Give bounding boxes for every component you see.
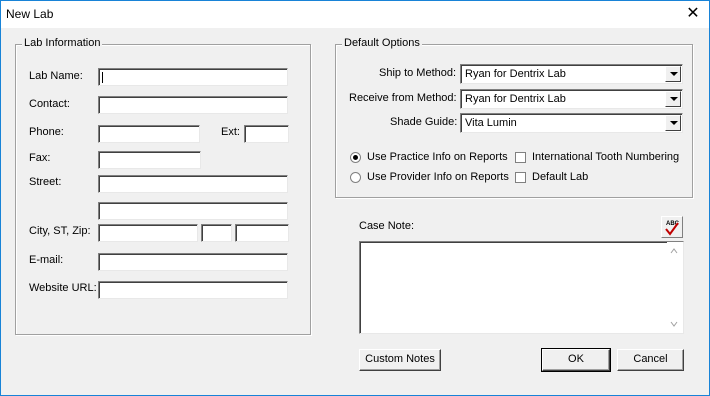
ext-label: Ext: xyxy=(221,126,240,138)
receive-from-method-select[interactable]: Ryan for Dentrix Lab xyxy=(460,89,683,109)
scroll-up-icon[interactable] xyxy=(670,247,678,255)
street-label: Street: xyxy=(29,176,62,188)
cancel-button[interactable]: Cancel xyxy=(617,349,684,371)
lab-information-legend: Lab Information xyxy=(22,37,103,49)
window-title: New Lab xyxy=(6,7,54,21)
international-tooth-numbering-checkbox[interactable] xyxy=(515,152,526,163)
ship-to-method-select[interactable]: Ryan for Dentrix Lab xyxy=(460,64,683,84)
default-lab-checkbox[interactable] xyxy=(515,172,526,183)
contact-label: Contact: xyxy=(29,98,70,110)
city-st-zip-label: City, ST, Zip: xyxy=(29,225,91,237)
scroll-down-icon[interactable] xyxy=(670,320,678,328)
street-line2-input[interactable] xyxy=(98,202,288,220)
spellcheck-icon-glyph: ABC xyxy=(665,221,680,236)
use-provider-info-radio[interactable] xyxy=(350,172,361,183)
fax-input[interactable] xyxy=(98,151,201,169)
phone-label: Phone: xyxy=(29,126,64,138)
chevron-down-icon[interactable] xyxy=(665,66,681,82)
close-icon[interactable]: ✕ xyxy=(677,1,709,28)
ok-button[interactable]: OK xyxy=(541,348,611,372)
case-note-scrollbar[interactable] xyxy=(667,242,683,333)
new-lab-dialog: New Lab ✕ Lab Information Lab Name: Cont… xyxy=(0,0,710,396)
phone-input[interactable] xyxy=(98,125,200,143)
ship-to-method-label: Ship to Method: xyxy=(379,67,457,79)
lab-name-input[interactable] xyxy=(98,68,288,86)
international-tooth-numbering-label[interactable]: International Tooth Numbering xyxy=(532,151,679,163)
shade-guide-label: Shade Guide: xyxy=(390,116,458,128)
email-input[interactable] xyxy=(98,253,288,271)
fax-label: Fax: xyxy=(29,152,51,164)
default-lab-label[interactable]: Default Lab xyxy=(532,171,588,183)
use-provider-info-label[interactable]: Use Provider Info on Reports xyxy=(367,171,509,183)
shade-guide-value: Vita Lumin xyxy=(465,117,517,129)
website-url-input[interactable] xyxy=(98,281,288,299)
state-input[interactable] xyxy=(201,224,232,242)
custom-notes-button[interactable]: Custom Notes xyxy=(359,349,441,371)
default-options-legend: Default Options xyxy=(342,37,422,49)
ship-to-method-value: Ryan for Dentrix Lab xyxy=(465,68,566,80)
email-label: E-mail: xyxy=(29,254,64,266)
case-note-label: Case Note: xyxy=(359,220,415,232)
chevron-down-icon[interactable] xyxy=(665,91,681,107)
use-practice-info-radio[interactable] xyxy=(350,152,361,163)
case-note-textarea[interactable] xyxy=(359,241,684,334)
contact-input[interactable] xyxy=(98,96,288,114)
city-input[interactable] xyxy=(98,224,198,242)
receive-from-method-label: Receive from Method: xyxy=(349,92,457,104)
receive-from-method-value: Ryan for Dentrix Lab xyxy=(465,93,566,105)
use-practice-info-label[interactable]: Use Practice Info on Reports xyxy=(367,151,508,163)
title-bar: New Lab ✕ xyxy=(1,1,709,28)
website-url-label: Website URL: xyxy=(29,282,97,294)
lab-name-label: Lab Name: xyxy=(29,70,83,82)
street-line1-input[interactable] xyxy=(98,175,288,193)
shade-guide-select[interactable]: Vita Lumin xyxy=(460,113,683,133)
chevron-down-icon[interactable] xyxy=(665,115,681,131)
zip-input[interactable] xyxy=(235,224,289,242)
ext-input[interactable] xyxy=(244,125,289,143)
spellcheck-icon[interactable]: ABC xyxy=(661,216,683,238)
